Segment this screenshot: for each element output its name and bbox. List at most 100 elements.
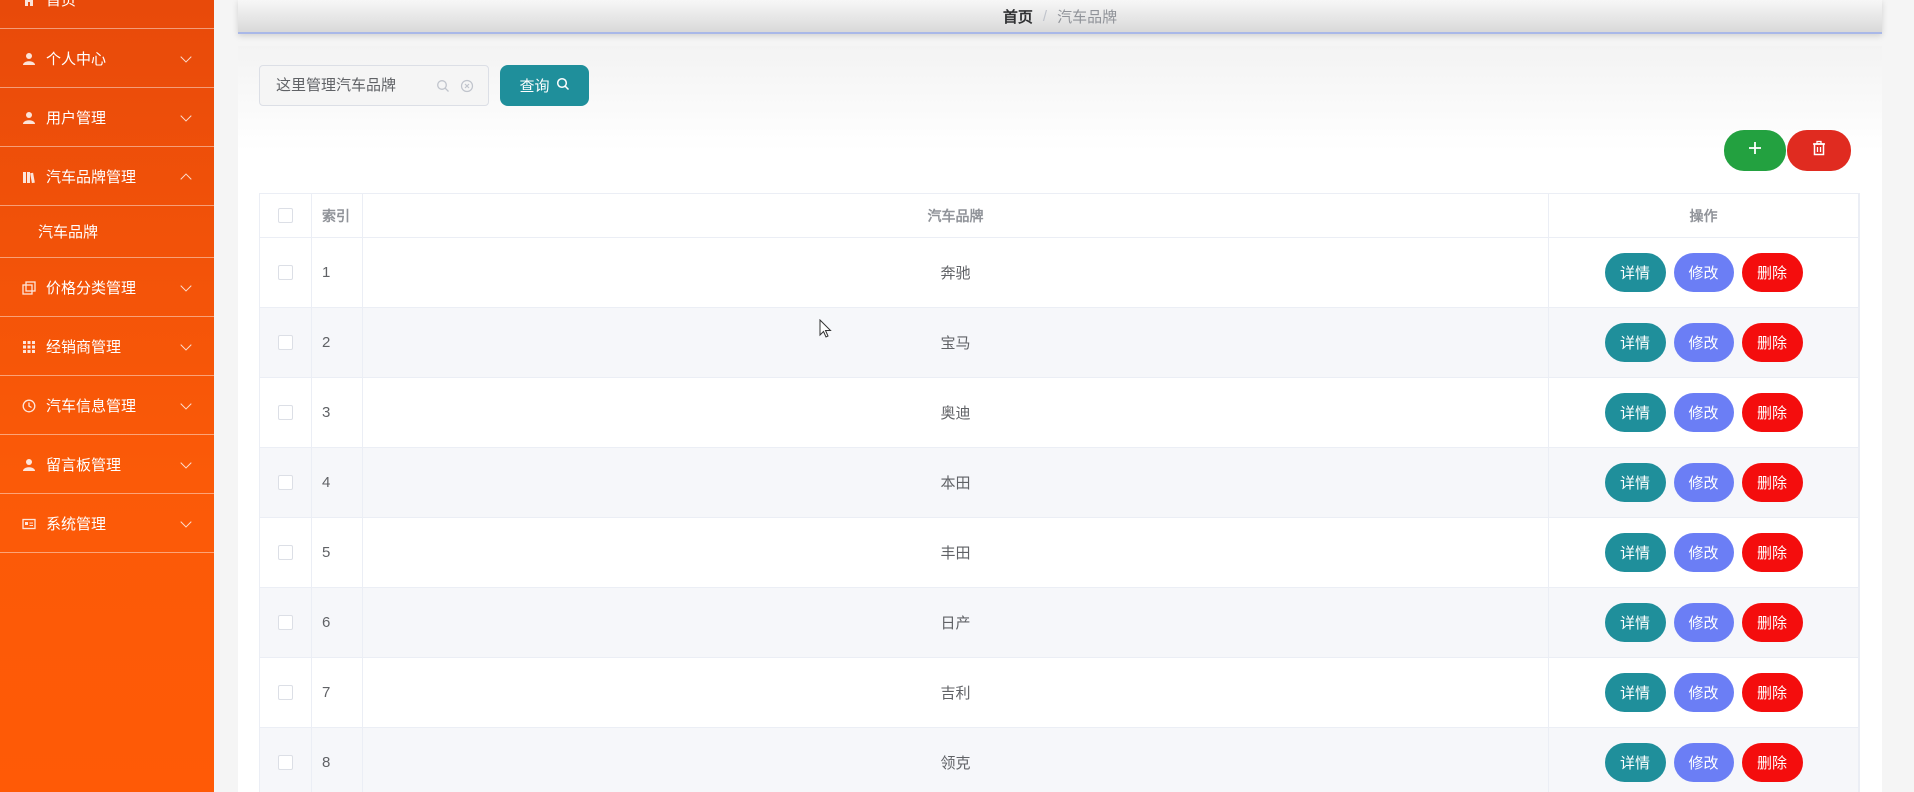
- search-box: [259, 65, 489, 106]
- user-icon: [20, 457, 38, 473]
- row-brand: 领克: [363, 728, 1549, 792]
- row-checkbox-cell: [260, 448, 312, 517]
- row-checkbox-cell: [260, 658, 312, 727]
- table-row: 1 奔驰 详情 修改 删除: [260, 238, 1859, 308]
- row-checkbox[interactable]: [278, 265, 293, 280]
- sidebar-item-label: 个人中心: [46, 51, 107, 68]
- edit-button[interactable]: 修改: [1673, 603, 1734, 642]
- row-brand: 丰田: [363, 518, 1549, 587]
- row-checkbox[interactable]: [278, 615, 293, 630]
- sidebar-item-system-management[interactable]: 系统管理: [0, 495, 214, 553]
- breadcrumb-home[interactable]: 首页: [1003, 6, 1033, 27]
- user-icon: [20, 110, 38, 126]
- batch-delete-button[interactable]: [1787, 130, 1851, 171]
- detail-button[interactable]: 详情: [1604, 253, 1666, 292]
- header-ops: 操作: [1549, 194, 1859, 237]
- edit-button[interactable]: 修改: [1673, 393, 1734, 432]
- detail-button[interactable]: 详情: [1604, 463, 1666, 502]
- detail-button[interactable]: 详情: [1604, 743, 1666, 782]
- chevron-down-icon: [180, 279, 192, 292]
- edit-button[interactable]: 修改: [1673, 533, 1734, 572]
- sidebar-item-price-category-management[interactable]: 价格分类管理: [0, 259, 214, 317]
- row-index: 8: [312, 728, 363, 792]
- query-button[interactable]: 查询: [500, 65, 589, 106]
- trash-icon: [1811, 140, 1827, 161]
- table-row: 3 奥迪 详情 修改 删除: [260, 378, 1859, 448]
- row-ops: 详情 修改 删除: [1549, 728, 1859, 792]
- sidebar-item-dealer-management[interactable]: 经销商管理: [0, 318, 214, 376]
- row-brand: 奥迪: [363, 378, 1549, 447]
- query-button-label: 查询: [519, 78, 550, 95]
- row-ops: 详情 修改 删除: [1549, 518, 1859, 587]
- sidebar-item-personal-center[interactable]: 个人中心: [0, 30, 214, 88]
- edit-button[interactable]: 修改: [1673, 323, 1734, 362]
- row-checkbox[interactable]: [278, 335, 293, 350]
- sidebar-item-label: 留言板管理: [46, 457, 122, 474]
- chevron-down-icon: [180, 50, 192, 63]
- search-icon: [556, 77, 570, 95]
- row-brand: 宝马: [363, 308, 1549, 377]
- delete-button[interactable]: 删除: [1741, 533, 1803, 572]
- chevron-down-icon: [180, 397, 192, 410]
- sidebar-item-home[interactable]: 首页: [0, 0, 214, 29]
- sidebar-item-car-info-management[interactable]: 汽车信息管理: [0, 377, 214, 435]
- sidebar-item-message-board-management[interactable]: 留言板管理: [0, 436, 214, 494]
- search-input[interactable]: [276, 77, 426, 94]
- sidebar-item-user-management[interactable]: 用户管理: [0, 89, 214, 147]
- edit-button[interactable]: 修改: [1673, 743, 1734, 782]
- row-checkbox-cell: [260, 588, 312, 657]
- delete-button[interactable]: 删除: [1741, 673, 1803, 712]
- brand-table: 索引 汽车品牌 操作 1 奔驰 详情 修改 删除 2 宝马 详情 修改 删除 3 奥迪 详情 修改 删除 4 本…: [259, 193, 1860, 792]
- delete-button[interactable]: 删除: [1741, 253, 1803, 292]
- edit-button[interactable]: 修改: [1673, 253, 1734, 292]
- row-checkbox[interactable]: [278, 685, 293, 700]
- edit-button[interactable]: 修改: [1673, 463, 1734, 502]
- row-ops: 详情 修改 删除: [1549, 238, 1859, 307]
- delete-button[interactable]: 删除: [1741, 393, 1803, 432]
- detail-button[interactable]: 详情: [1604, 603, 1666, 642]
- detail-button[interactable]: 详情: [1604, 533, 1666, 572]
- row-index: 3: [312, 378, 363, 447]
- table-row: 5 丰田 详情 修改 删除: [260, 518, 1859, 588]
- sidebar-item-label: 价格分类管理: [46, 280, 137, 297]
- delete-button[interactable]: 删除: [1741, 463, 1803, 502]
- row-index: 2: [312, 308, 363, 377]
- delete-button[interactable]: 删除: [1741, 603, 1803, 642]
- table-row: 2 宝马 详情 修改 删除: [260, 308, 1859, 378]
- chevron-down-icon: [180, 338, 192, 351]
- detail-button[interactable]: 详情: [1604, 393, 1666, 432]
- sidebar-item-label: 用户管理: [46, 110, 107, 127]
- grid-icon: [20, 339, 38, 355]
- user-icon: [20, 51, 38, 67]
- sidebar-item-label: 经销商管理: [46, 339, 122, 356]
- add-button[interactable]: [1724, 130, 1786, 171]
- row-checkbox[interactable]: [278, 545, 293, 560]
- row-checkbox[interactable]: [278, 755, 293, 770]
- row-index: 4: [312, 448, 363, 517]
- chevron-down-icon: [180, 109, 192, 122]
- row-checkbox[interactable]: [278, 405, 293, 420]
- sidebar: 首页 个人中心 用户管理 汽车品牌管理 汽车品牌 价格分类管理 经销商管理 汽车…: [0, 0, 214, 792]
- home-icon: [20, 0, 38, 8]
- sidebar-subitem-car-brand[interactable]: 汽车品牌: [0, 206, 214, 258]
- mouse-cursor: [819, 318, 833, 339]
- chevron-down-icon: [180, 456, 192, 469]
- breadcrumb-current: 汽车品牌: [1057, 8, 1118, 26]
- select-all-checkbox[interactable]: [278, 208, 293, 223]
- table-body: 1 奔驰 详情 修改 删除 2 宝马 详情 修改 删除 3 奥迪 详情 修改 删除 4 本田 详情 修改 删除 5 丰田详…: [260, 238, 1859, 792]
- sidebar-item-car-brand-management[interactable]: 汽车品牌管理: [0, 148, 214, 206]
- detail-button[interactable]: 详情: [1604, 673, 1666, 712]
- card-icon: [20, 516, 38, 532]
- sidebar-item-label: 汽车品牌管理: [46, 169, 137, 186]
- row-ops: 详情 修改 删除: [1549, 588, 1859, 657]
- row-index: 1: [312, 238, 363, 307]
- row-checkbox[interactable]: [278, 475, 293, 490]
- sidebar-item-label: 系统管理: [46, 516, 107, 533]
- delete-button[interactable]: 删除: [1741, 743, 1803, 782]
- delete-button[interactable]: 删除: [1741, 323, 1803, 362]
- detail-button[interactable]: 详情: [1604, 323, 1666, 362]
- row-checkbox-cell: [260, 378, 312, 447]
- chevron-up-icon: [180, 172, 192, 185]
- edit-button[interactable]: 修改: [1673, 673, 1734, 712]
- clear-icon[interactable]: [460, 79, 474, 93]
